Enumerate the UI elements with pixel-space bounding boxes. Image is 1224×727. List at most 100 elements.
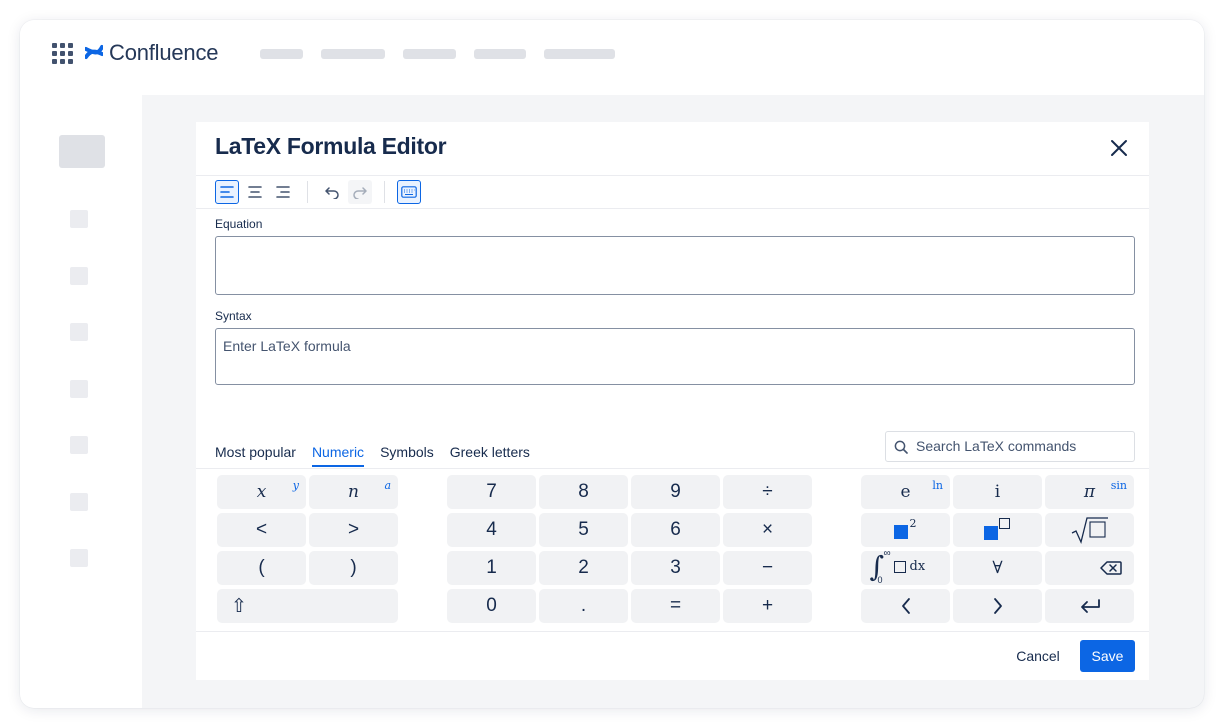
align-center-button[interactable] — [243, 180, 267, 204]
tab-greek-letters[interactable]: Greek letters — [450, 444, 530, 467]
redo-icon — [353, 187, 367, 199]
backspace-icon — [1100, 561, 1122, 575]
nav-placeholder-4 — [474, 49, 526, 59]
key-3[interactable]: 3 — [631, 551, 720, 585]
keyboard-toggle-button[interactable] — [397, 180, 421, 204]
key-7[interactable]: 7 — [447, 475, 536, 509]
key-superscript: a — [384, 479, 391, 492]
sidebar-item-placeholder — [70, 323, 88, 341]
latex-search-field[interactable] — [885, 431, 1135, 462]
nav-placeholder-1 — [260, 49, 303, 59]
key-8[interactable]: 8 — [539, 475, 628, 509]
key-label: dx — [909, 559, 926, 574]
key-for-all[interactable]: ∀ — [953, 551, 1042, 585]
key-pi[interactable]: π sin — [1045, 475, 1134, 509]
key-cursor-left[interactable] — [861, 589, 950, 623]
key-2[interactable]: 2 — [539, 551, 628, 585]
syntax-input[interactable] — [223, 338, 1123, 354]
key-minus[interactable]: − — [723, 551, 812, 585]
redo-button[interactable] — [348, 180, 372, 204]
keypad-tabs: Most popular Numeric Symbols Greek lette… — [215, 444, 530, 467]
key-shift[interactable]: ⇧ — [217, 589, 398, 623]
key-e[interactable]: e ln — [861, 475, 950, 509]
integral-icon: ∫ ∞ 0 dx — [869, 548, 926, 585]
key-enter[interactable] — [1045, 589, 1134, 623]
key-greater-than[interactable]: > — [309, 513, 398, 547]
key-label: 1 — [486, 557, 497, 578]
key-decimal-point[interactable]: . — [539, 589, 628, 623]
key-label: π — [1083, 482, 1096, 502]
key-1[interactable]: 1 — [447, 551, 536, 585]
key-label: + — [761, 595, 774, 616]
search-input[interactable] — [916, 438, 1126, 454]
square-power-icon: 2 — [893, 517, 918, 540]
key-equals[interactable]: = — [631, 589, 720, 623]
key-superscript: ln — [932, 479, 943, 492]
sidebar-item-placeholder — [70, 436, 88, 454]
tab-symbols[interactable]: Symbols — [380, 444, 434, 467]
sidebar-header-placeholder — [59, 135, 105, 168]
toolbar-separator — [307, 181, 308, 203]
key-backspace[interactable] — [1045, 551, 1134, 585]
align-left-button[interactable] — [215, 180, 239, 204]
key-multiply[interactable]: × — [723, 513, 812, 547]
key-x-power[interactable]: x y — [217, 475, 306, 509]
tab-most-popular[interactable]: Most popular — [215, 444, 296, 467]
key-right-paren[interactable]: ) — [309, 551, 398, 585]
syntax-field[interactable] — [215, 328, 1135, 385]
align-center-icon — [248, 186, 262, 198]
keyboard-icon — [401, 186, 417, 198]
undo-button[interactable] — [320, 180, 344, 204]
integral-upper-limit: ∞ — [883, 548, 891, 559]
apps-grid-icon[interactable] — [52, 43, 73, 64]
align-right-button[interactable] — [271, 180, 295, 204]
square-superscript-box-icon — [983, 518, 1012, 540]
confluence-logo[interactable]: Confluence — [85, 40, 219, 66]
key-superscript[interactable] — [953, 513, 1042, 547]
key-cursor-right[interactable] — [953, 589, 1042, 623]
key-label: ∀ — [992, 558, 1003, 578]
key-5[interactable]: 5 — [539, 513, 628, 547]
key-left-paren[interactable]: ( — [217, 551, 306, 585]
key-0[interactable]: 0 — [447, 589, 536, 623]
key-i[interactable]: i — [953, 475, 1042, 509]
key-superscript: sin — [1110, 479, 1127, 492]
key-divide[interactable]: ÷ — [723, 475, 812, 509]
key-superscript: y — [292, 479, 299, 492]
save-button[interactable]: Save — [1080, 640, 1135, 672]
key-label: 3 — [670, 557, 681, 578]
key-less-than[interactable]: < — [217, 513, 306, 547]
key-square[interactable]: 2 — [861, 513, 950, 547]
integral-lower-limit: 0 — [877, 575, 883, 585]
key-label: n — [348, 482, 359, 502]
divider — [196, 175, 1149, 176]
key-4[interactable]: 4 — [447, 513, 536, 547]
key-9[interactable]: 9 — [631, 475, 720, 509]
arrow-right-icon — [993, 598, 1002, 614]
key-label: 7 — [486, 481, 497, 502]
tab-numeric[interactable]: Numeric — [311, 444, 365, 467]
key-label: i — [994, 482, 1001, 502]
equation-preview — [215, 236, 1135, 295]
shift-icon: ⇧ — [231, 595, 247, 617]
latex-editor-dialog: LaTeX Formula Editor Equation Syntax Mos… — [196, 122, 1149, 680]
nav-placeholder-5 — [544, 49, 615, 59]
equation-label: Equation — [215, 217, 263, 231]
toolbar-separator — [384, 181, 385, 203]
undo-icon — [325, 187, 339, 199]
key-label: 2 — [578, 557, 589, 578]
app-name: Confluence — [109, 40, 219, 65]
key-integral[interactable]: ∫ ∞ 0 dx — [861, 548, 950, 585]
key-label: 5 — [578, 519, 589, 540]
key-label: ( — [258, 557, 265, 578]
key-label: = — [669, 595, 682, 616]
key-label: ) — [350, 557, 357, 578]
cancel-button[interactable]: Cancel — [1008, 640, 1068, 672]
nav-placeholder-3 — [403, 49, 456, 59]
divider — [196, 208, 1149, 209]
key-n-power[interactable]: n a — [309, 475, 398, 509]
key-square-root[interactable] — [1045, 513, 1134, 547]
key-6[interactable]: 6 — [631, 513, 720, 547]
close-icon[interactable] — [1107, 136, 1131, 160]
key-plus[interactable]: + — [723, 589, 812, 623]
